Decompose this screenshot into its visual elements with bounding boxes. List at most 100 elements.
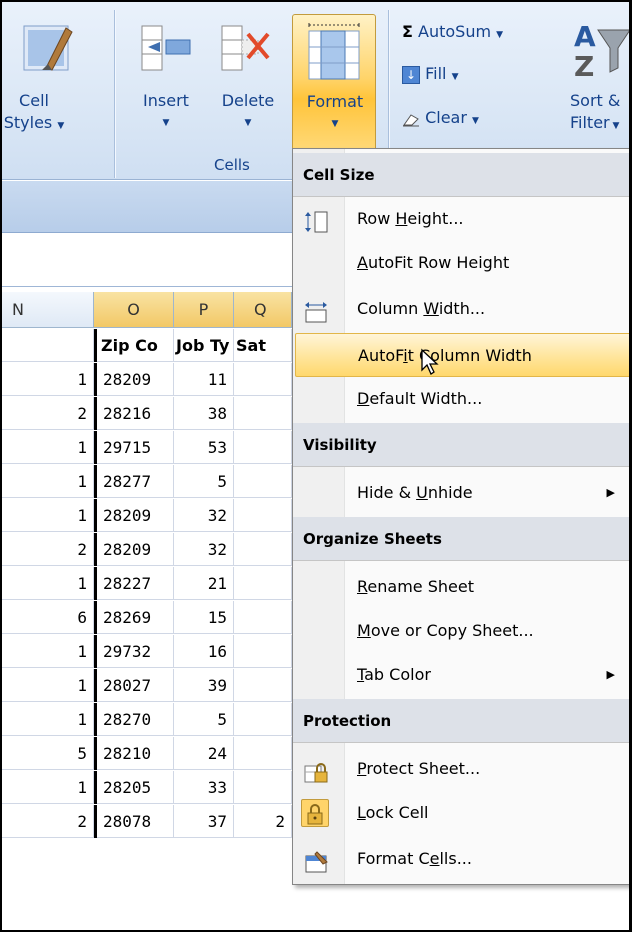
menu-item-column-width[interactable]: Column Width... (293, 287, 629, 331)
clear-button[interactable]: Clear ▼ (402, 108, 479, 127)
cell-job-type[interactable]: 11 (174, 363, 234, 396)
cell-job-type[interactable]: 15 (174, 601, 234, 634)
menu-item-autofit-column-width[interactable]: AutoFit Column Width (295, 333, 629, 377)
autosum-button[interactable]: Σ AutoSum ▼ (402, 22, 503, 41)
cell-n[interactable]: 2 (2, 533, 94, 566)
cell-sat[interactable] (234, 703, 292, 736)
menu-section-cell-size: Cell Size (293, 153, 629, 197)
cell-n[interactable]: 1 (2, 771, 94, 804)
cell-zip[interactable]: 28078 (94, 805, 174, 838)
cell-sat[interactable] (234, 771, 292, 804)
cell-job-type[interactable]: 37 (174, 805, 234, 838)
cell-zip[interactable]: 28277 (94, 465, 174, 498)
cell-job-type[interactable]: 5 (174, 703, 234, 736)
cell-job-type[interactable]: 5 (174, 465, 234, 498)
chevron-down-icon: ▼ (244, 118, 252, 128)
cell-job-type[interactable]: 33 (174, 771, 234, 804)
header-cell-sat[interactable]: Sat (234, 329, 292, 362)
cell-n[interactable]: 1 (2, 567, 94, 600)
chevron-down-icon: ▼ (57, 121, 65, 131)
cell-n[interactable]: 1 (2, 363, 94, 396)
cell-sat[interactable] (234, 499, 292, 532)
cell-styles-icon (20, 20, 76, 76)
chevron-down-icon: ▼ (472, 116, 479, 126)
cell-job-type[interactable]: 16 (174, 635, 234, 668)
menu-item-row-height[interactable]: Row Height... (293, 197, 629, 241)
cell-zip[interactable]: 28269 (94, 601, 174, 634)
cell-job-type[interactable]: 38 (174, 397, 234, 430)
column-header-o[interactable]: O (94, 292, 174, 328)
cell-n[interactable]: 2 (2, 397, 94, 430)
cell-job-type[interactable]: 39 (174, 669, 234, 702)
delete-label: Delete (221, 91, 275, 110)
cell-sat[interactable] (234, 601, 292, 634)
cell-job-type[interactable]: 32 (174, 533, 234, 566)
delete-cells-icon (218, 20, 274, 76)
cell-job-type[interactable]: 32 (174, 499, 234, 532)
cell-n[interactable]: 1 (2, 635, 94, 668)
clear-label: Clear (425, 108, 467, 127)
column-header-n[interactable]: N (2, 292, 94, 328)
menu-item-lock-cell[interactable]: Lock Cell (293, 791, 629, 835)
cell-sat[interactable] (234, 669, 292, 702)
cell-styles-label-1: Cell (19, 91, 49, 110)
group-separator (114, 10, 115, 178)
format-cells-icon (303, 847, 329, 873)
header-cell-job[interactable]: Job Ty (174, 329, 234, 362)
cell-job-type[interactable]: 21 (174, 567, 234, 600)
column-header-q[interactable]: Q (234, 292, 292, 328)
cell-sat[interactable] (234, 465, 292, 498)
cell-n[interactable]: 1 (2, 465, 94, 498)
menu-item-format-cells[interactable]: Format Cells... (293, 837, 629, 881)
cell-sat[interactable] (234, 431, 292, 464)
cell-sat[interactable] (234, 533, 292, 566)
cell-sat[interactable] (234, 363, 292, 396)
cell-n[interactable]: 6 (2, 601, 94, 634)
cell-n[interactable]: 5 (2, 737, 94, 770)
sort-filter-icon: A Z (572, 16, 629, 83)
insert-button[interactable]: Insert ▼ (130, 90, 202, 134)
cell-zip[interactable]: 28027 (94, 669, 174, 702)
fill-button[interactable]: ↓ Fill ▼ (402, 64, 458, 84)
cell-sat[interactable]: 2 (234, 805, 292, 838)
column-header-p[interactable]: P (174, 292, 234, 328)
cell-n[interactable]: 1 (2, 669, 94, 702)
menu-item-protect-sheet[interactable]: Protect Sheet... (293, 747, 629, 791)
cell-job-type[interactable]: 53 (174, 431, 234, 464)
format-cells-label: Format Cells... (357, 849, 472, 868)
menu-section-visibility: Visibility (293, 423, 629, 467)
cell-sat[interactable] (234, 567, 292, 600)
move-copy-sheet-label: Move or Copy Sheet... (357, 621, 534, 640)
menu-item-rename-sheet[interactable]: Rename Sheet (293, 565, 629, 609)
menu-item-hide-unhide[interactable]: Hide & Unhide ▶ (293, 471, 629, 515)
menu-item-tab-color[interactable]: Tab Color ▶ (293, 653, 629, 697)
cell-zip[interactable]: 28209 (94, 533, 174, 566)
menu-item-autofit-row-height[interactable]: AutoFit Row Height (293, 241, 629, 285)
cell-zip[interactable]: 28216 (94, 397, 174, 430)
format-button[interactable]: Format ▼ (292, 14, 376, 156)
cell-zip[interactable]: 28209 (94, 363, 174, 396)
cell-zip[interactable]: 28227 (94, 567, 174, 600)
sort-filter-button[interactable]: Sort & Filter ▼ (562, 90, 629, 137)
protect-sheet-label: Protect Sheet... (357, 759, 481, 778)
header-cell-zip[interactable]: Zip Co (94, 329, 174, 362)
cell-sat[interactable] (234, 635, 292, 668)
menu-item-default-width[interactable]: Default Width... (293, 377, 629, 421)
cell-sat[interactable] (234, 737, 292, 770)
cell-job-type[interactable]: 24 (174, 737, 234, 770)
cell-sat[interactable] (234, 397, 292, 430)
cell-zip[interactable]: 28209 (94, 499, 174, 532)
cell-n[interactable]: 2 (2, 805, 94, 838)
cell-styles-button[interactable]: Cell Styles ▼ (2, 90, 66, 137)
cell-zip[interactable]: 28210 (94, 737, 174, 770)
cell-n[interactable]: 1 (2, 431, 94, 464)
cell-zip[interactable]: 28270 (94, 703, 174, 736)
delete-button[interactable]: Delete ▼ (212, 90, 284, 134)
cell-zip[interactable]: 29715 (94, 431, 174, 464)
cell-zip[interactable]: 29732 (94, 635, 174, 668)
cell[interactable] (2, 329, 94, 362)
cell-n[interactable]: 1 (2, 499, 94, 532)
menu-item-move-copy-sheet[interactable]: Move or Copy Sheet... (293, 609, 629, 653)
cell-n[interactable]: 1 (2, 703, 94, 736)
cell-zip[interactable]: 28205 (94, 771, 174, 804)
